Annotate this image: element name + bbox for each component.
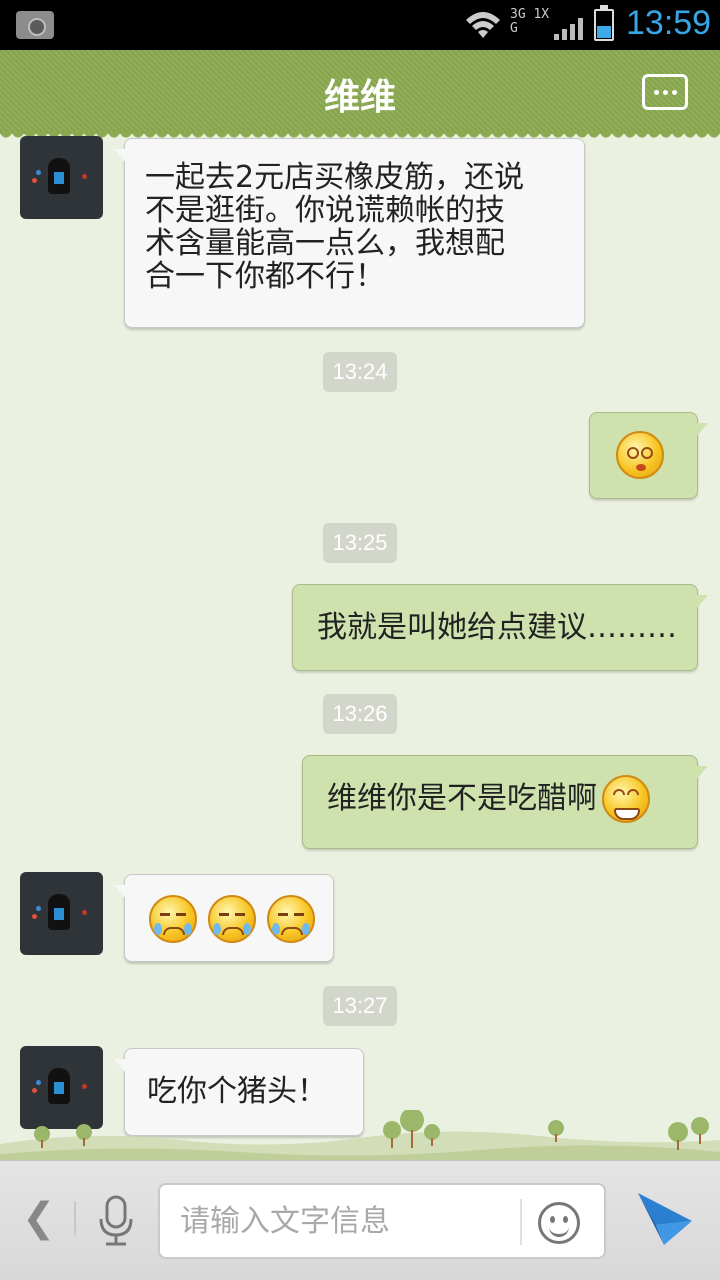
dot-icon xyxy=(663,90,668,95)
contact-avatar[interactable] xyxy=(20,872,103,955)
contact-name-title: 维维 xyxy=(323,77,396,118)
grin-face-emoji xyxy=(602,774,651,823)
message-bubble-incoming[interactable] xyxy=(114,874,334,962)
timestamp: 13:26 xyxy=(323,694,397,734)
timestamp: 13:25 xyxy=(323,523,397,563)
status-bar: 3G 1X G 13:59 xyxy=(0,0,720,50)
camera-notification-icon xyxy=(16,11,54,39)
clock: 13:59 xyxy=(626,4,712,42)
dizzy-face-emoji xyxy=(616,431,664,479)
crying-face-emoji xyxy=(208,895,257,943)
title-bar: 维维 xyxy=(0,50,720,140)
back-chevron-icon[interactable]: ❮ xyxy=(22,1195,56,1241)
microphone-icon[interactable] xyxy=(96,1195,136,1247)
message-text: 我就是叫她给点建议……… xyxy=(317,610,677,645)
wifi-icon xyxy=(466,12,500,38)
landscape-decoration xyxy=(0,1110,720,1162)
message-text: 维维你是不是吃醋啊 xyxy=(327,781,597,816)
more-options-button[interactable] xyxy=(642,74,688,110)
message-bubble-outgoing[interactable] xyxy=(589,412,708,499)
input-bar: ❮ xyxy=(0,1160,720,1280)
divider xyxy=(520,1199,522,1245)
battery-icon xyxy=(594,5,614,41)
timestamp: 13:24 xyxy=(323,352,397,392)
emoji-picker-icon[interactable] xyxy=(538,1202,580,1244)
chat-area[interactable]: 一起去2元店买橡皮筋，还说 不是逛街。你说谎赖帐的技 术含量能高一点么，我想配 … xyxy=(0,134,720,1160)
divider xyxy=(74,1201,76,1235)
message-text: 吃你个猪头！ xyxy=(147,1074,327,1109)
crying-face-emoji xyxy=(267,895,316,943)
network-type-label: 3G 1X G xyxy=(510,7,550,36)
dot-icon xyxy=(654,90,659,95)
message-bubble-incoming[interactable]: 一起去2元店买橡皮筋，还说 不是逛街。你说谎赖帐的技 术含量能高一点么，我想配 … xyxy=(114,138,585,328)
dot-icon xyxy=(672,90,677,95)
message-bubble-outgoing[interactable]: 维维你是不是吃醋啊 xyxy=(302,755,708,849)
contact-avatar[interactable] xyxy=(20,136,103,219)
message-input-box xyxy=(158,1183,606,1259)
message-text: 一起去2元店买橡皮筋，还说 不是逛街。你说谎赖帐的技 术含量能高一点么，我想配 … xyxy=(145,160,525,294)
message-input[interactable] xyxy=(180,1201,510,1241)
timestamp: 13:27 xyxy=(323,986,397,1026)
message-bubble-outgoing[interactable]: 我就是叫她给点建议……… xyxy=(292,584,708,671)
crying-face-emoji xyxy=(149,895,197,943)
send-icon[interactable] xyxy=(634,1191,694,1247)
signal-icon xyxy=(554,16,584,40)
